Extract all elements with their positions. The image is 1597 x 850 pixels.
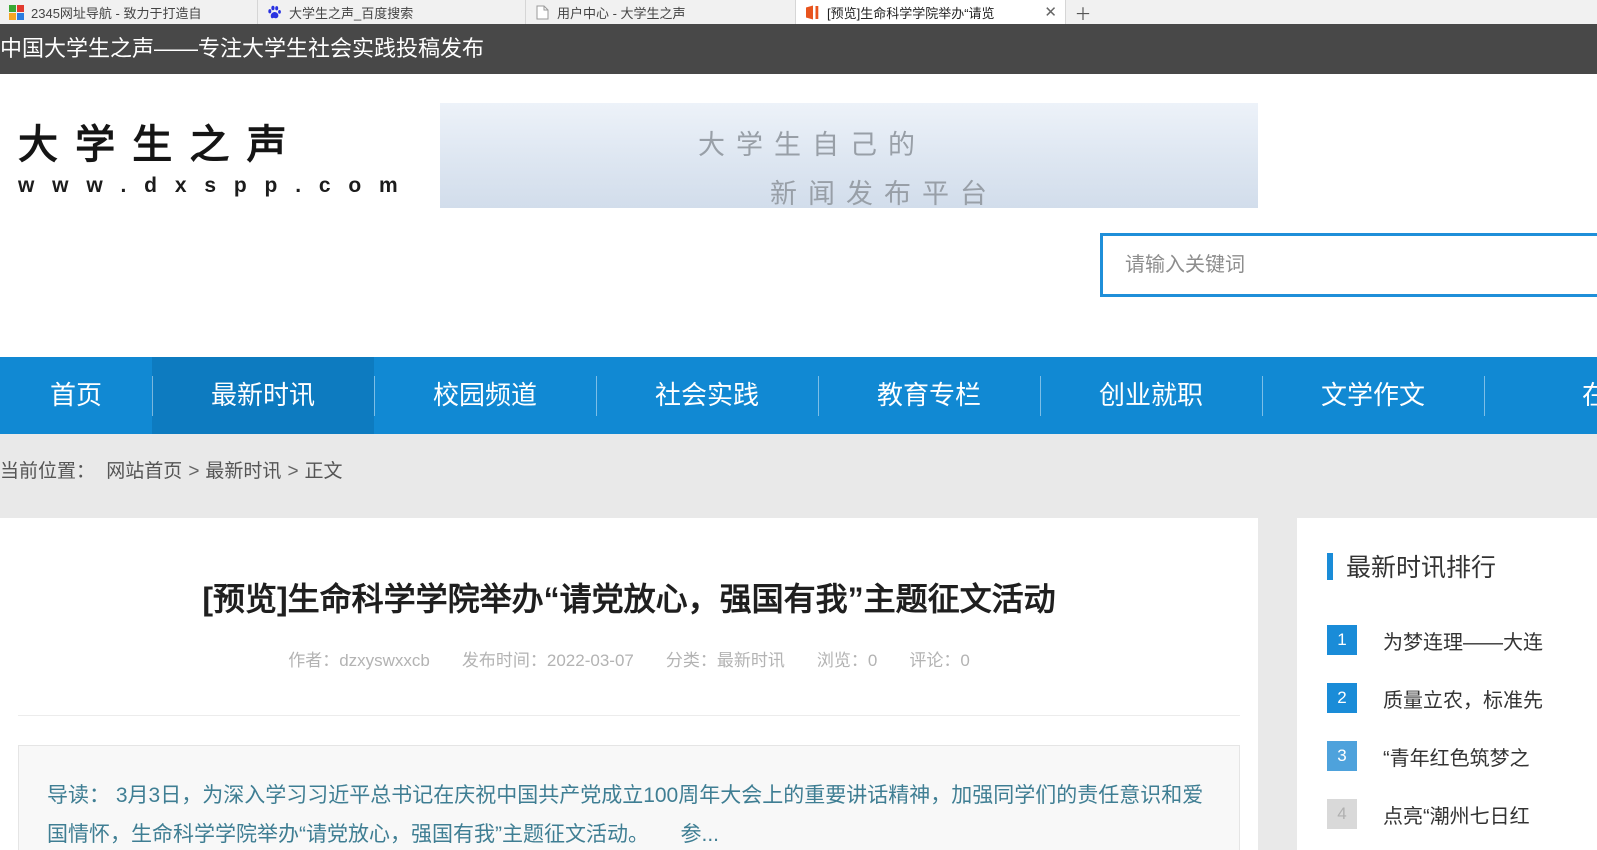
rank-badge: 3 [1327,741,1357,771]
nav-item-1[interactable]: 首页 [0,357,152,434]
article-title: [预览]生命科学学院举办“请党放心，强国有我”主题征文活动 [0,518,1258,620]
logo-url: w w w . d x s p p . c o m [18,174,404,198]
browser-tab-strip: 2345网址导航 - 致力于打造自 大学生之声_百度搜索 用户中心 - 大学生之… [0,0,1066,24]
accent-bar [1327,553,1333,580]
page-icon [534,4,550,20]
article-card: [预览]生命科学学院举办“请党放心，强国有我”主题征文活动 作者：dzxyswx… [0,518,1258,850]
tab-close-icon[interactable]: ✕ [1044,5,1057,20]
rank-badge: 4 [1327,799,1357,829]
nav-item-4[interactable]: 社会实践 [596,357,818,434]
header-banner: 大学生自己的 新闻发布平台 [440,103,1258,208]
nav-item-6[interactable]: 创业就职 [1040,357,1262,434]
divider [18,715,1240,716]
browser-tab-1[interactable]: 2345网址导航 - 致力于打造自 [0,0,258,24]
search-box [1100,233,1597,297]
browser-tab-4[interactable]: [预览]生命科学学院举办“请览 ✕ [796,0,1066,24]
nav-item-7[interactable]: 文学作文 [1262,357,1484,434]
browser-tab-bar: 2345网址导航 - 致力于打造自 大学生之声_百度搜索 用户中心 - 大学生之… [0,0,1597,24]
tab-title: 用户中心 - 大学生之声 [557,3,787,22]
baidu-icon [266,4,282,20]
rank-badge: 2 [1327,683,1357,713]
meta-item-1: 作者：dzxyswxxcb [288,651,430,670]
site-slogan-bar: 中国大学生之声——专注大学生社会实践投稿发布 [0,24,1597,74]
breadcrumb-link[interactable]: 最新时讯 [205,461,281,482]
new-tab-button[interactable]: ＋ [1066,0,1100,24]
rank-badge: 1 [1327,625,1357,655]
site-header: 大 学 生 之 声 w w w . d x s p p . c o m 大学生自… [0,74,1597,357]
rank-title: “青年红色筑梦之 [1383,742,1530,771]
breadcrumb: 当前位置： 网站首页 > 最新时讯 > 正文 [0,456,349,483]
site-icon [804,4,820,20]
ranking-item-1[interactable]: 1 为梦连理——大连 [1327,625,1597,655]
tab-title: [预览]生命科学学院举办“请览 [827,3,1036,22]
rank-title: 质量立农，标准先 [1383,684,1543,713]
search-input[interactable] [1103,236,1597,294]
main-nav: 首页最新时讯校园频道社会实践教育专栏创业就职文学作文在 [0,357,1597,434]
banner-line1: 大学生自己的 [698,123,1258,162]
article-meta: 作者：dzxyswxxcb 发布时间：2022-03-07 分类：最新时讯 浏览：0 评… [0,646,1258,671]
breadcrumb-separator: > [188,461,199,482]
browser-tab-2[interactable]: 大学生之声_百度搜索 [258,0,526,24]
nav-item-5[interactable]: 教育专栏 [818,357,1040,434]
browser-tab-3[interactable]: 用户中心 - 大学生之声 [526,0,796,24]
ranking-list: 1 为梦连理——大连 2 质量立农，标准先 3 “青年红色筑梦之 4 点亮“潮州… [1297,625,1597,829]
site-logo[interactable]: 大 学 生 之 声 w w w . d x s p p . c o m [18,112,404,198]
tab-title: 大学生之声_百度搜索 [289,3,517,22]
ranking-item-3[interactable]: 3 “青年红色筑梦之 [1327,741,1597,771]
meta-item-2: 发布时间：2022-03-07 [462,651,634,670]
meta-item-3: 分类：最新时讯 [666,651,785,670]
nav-item-8[interactable]: 在 [1484,357,1597,434]
meta-item-4: 浏览：0 [817,651,877,670]
breadcrumb-prefix: 当前位置： [0,461,95,482]
ranking-item-4[interactable]: 4 点亮“潮州七日红 [1327,799,1597,829]
2345-icon [8,4,24,20]
nav-item-3[interactable]: 校园频道 [374,357,596,434]
site-slogan: 中国大学生之声——专注大学生社会实践投稿发布 [0,36,484,61]
sidebar-title: 最新时讯排行 [1346,548,1496,584]
tab-title: 2345网址导航 - 致力于打造自 [31,3,249,22]
article-summary: 导读： 3月3日，为深入学习习近平总书记在庆祝中国共产党成立100周年大会上的重… [18,745,1240,850]
banner-line2: 新闻发布平台 [770,172,1258,211]
logo-title: 大 学 生 之 声 [18,112,404,170]
sidebar-header: 最新时讯排行 [1327,548,1597,584]
breadcrumb-current: 正文 [305,461,343,482]
sidebar-ranking: 最新时讯排行 1 为梦连理——大连 2 质量立农，标准先 3 “青年红色筑梦之 … [1297,518,1597,850]
rank-title: 为梦连理——大连 [1383,626,1543,655]
nav-item-2[interactable]: 最新时讯 [152,357,374,434]
breadcrumb-separator: > [287,461,298,482]
meta-item-5: 评论：0 [909,651,969,670]
rank-title: 点亮“潮州七日红 [1383,800,1530,829]
breadcrumb-link[interactable]: 网站首页 [106,461,182,482]
ranking-item-2[interactable]: 2 质量立农，标准先 [1327,683,1597,713]
